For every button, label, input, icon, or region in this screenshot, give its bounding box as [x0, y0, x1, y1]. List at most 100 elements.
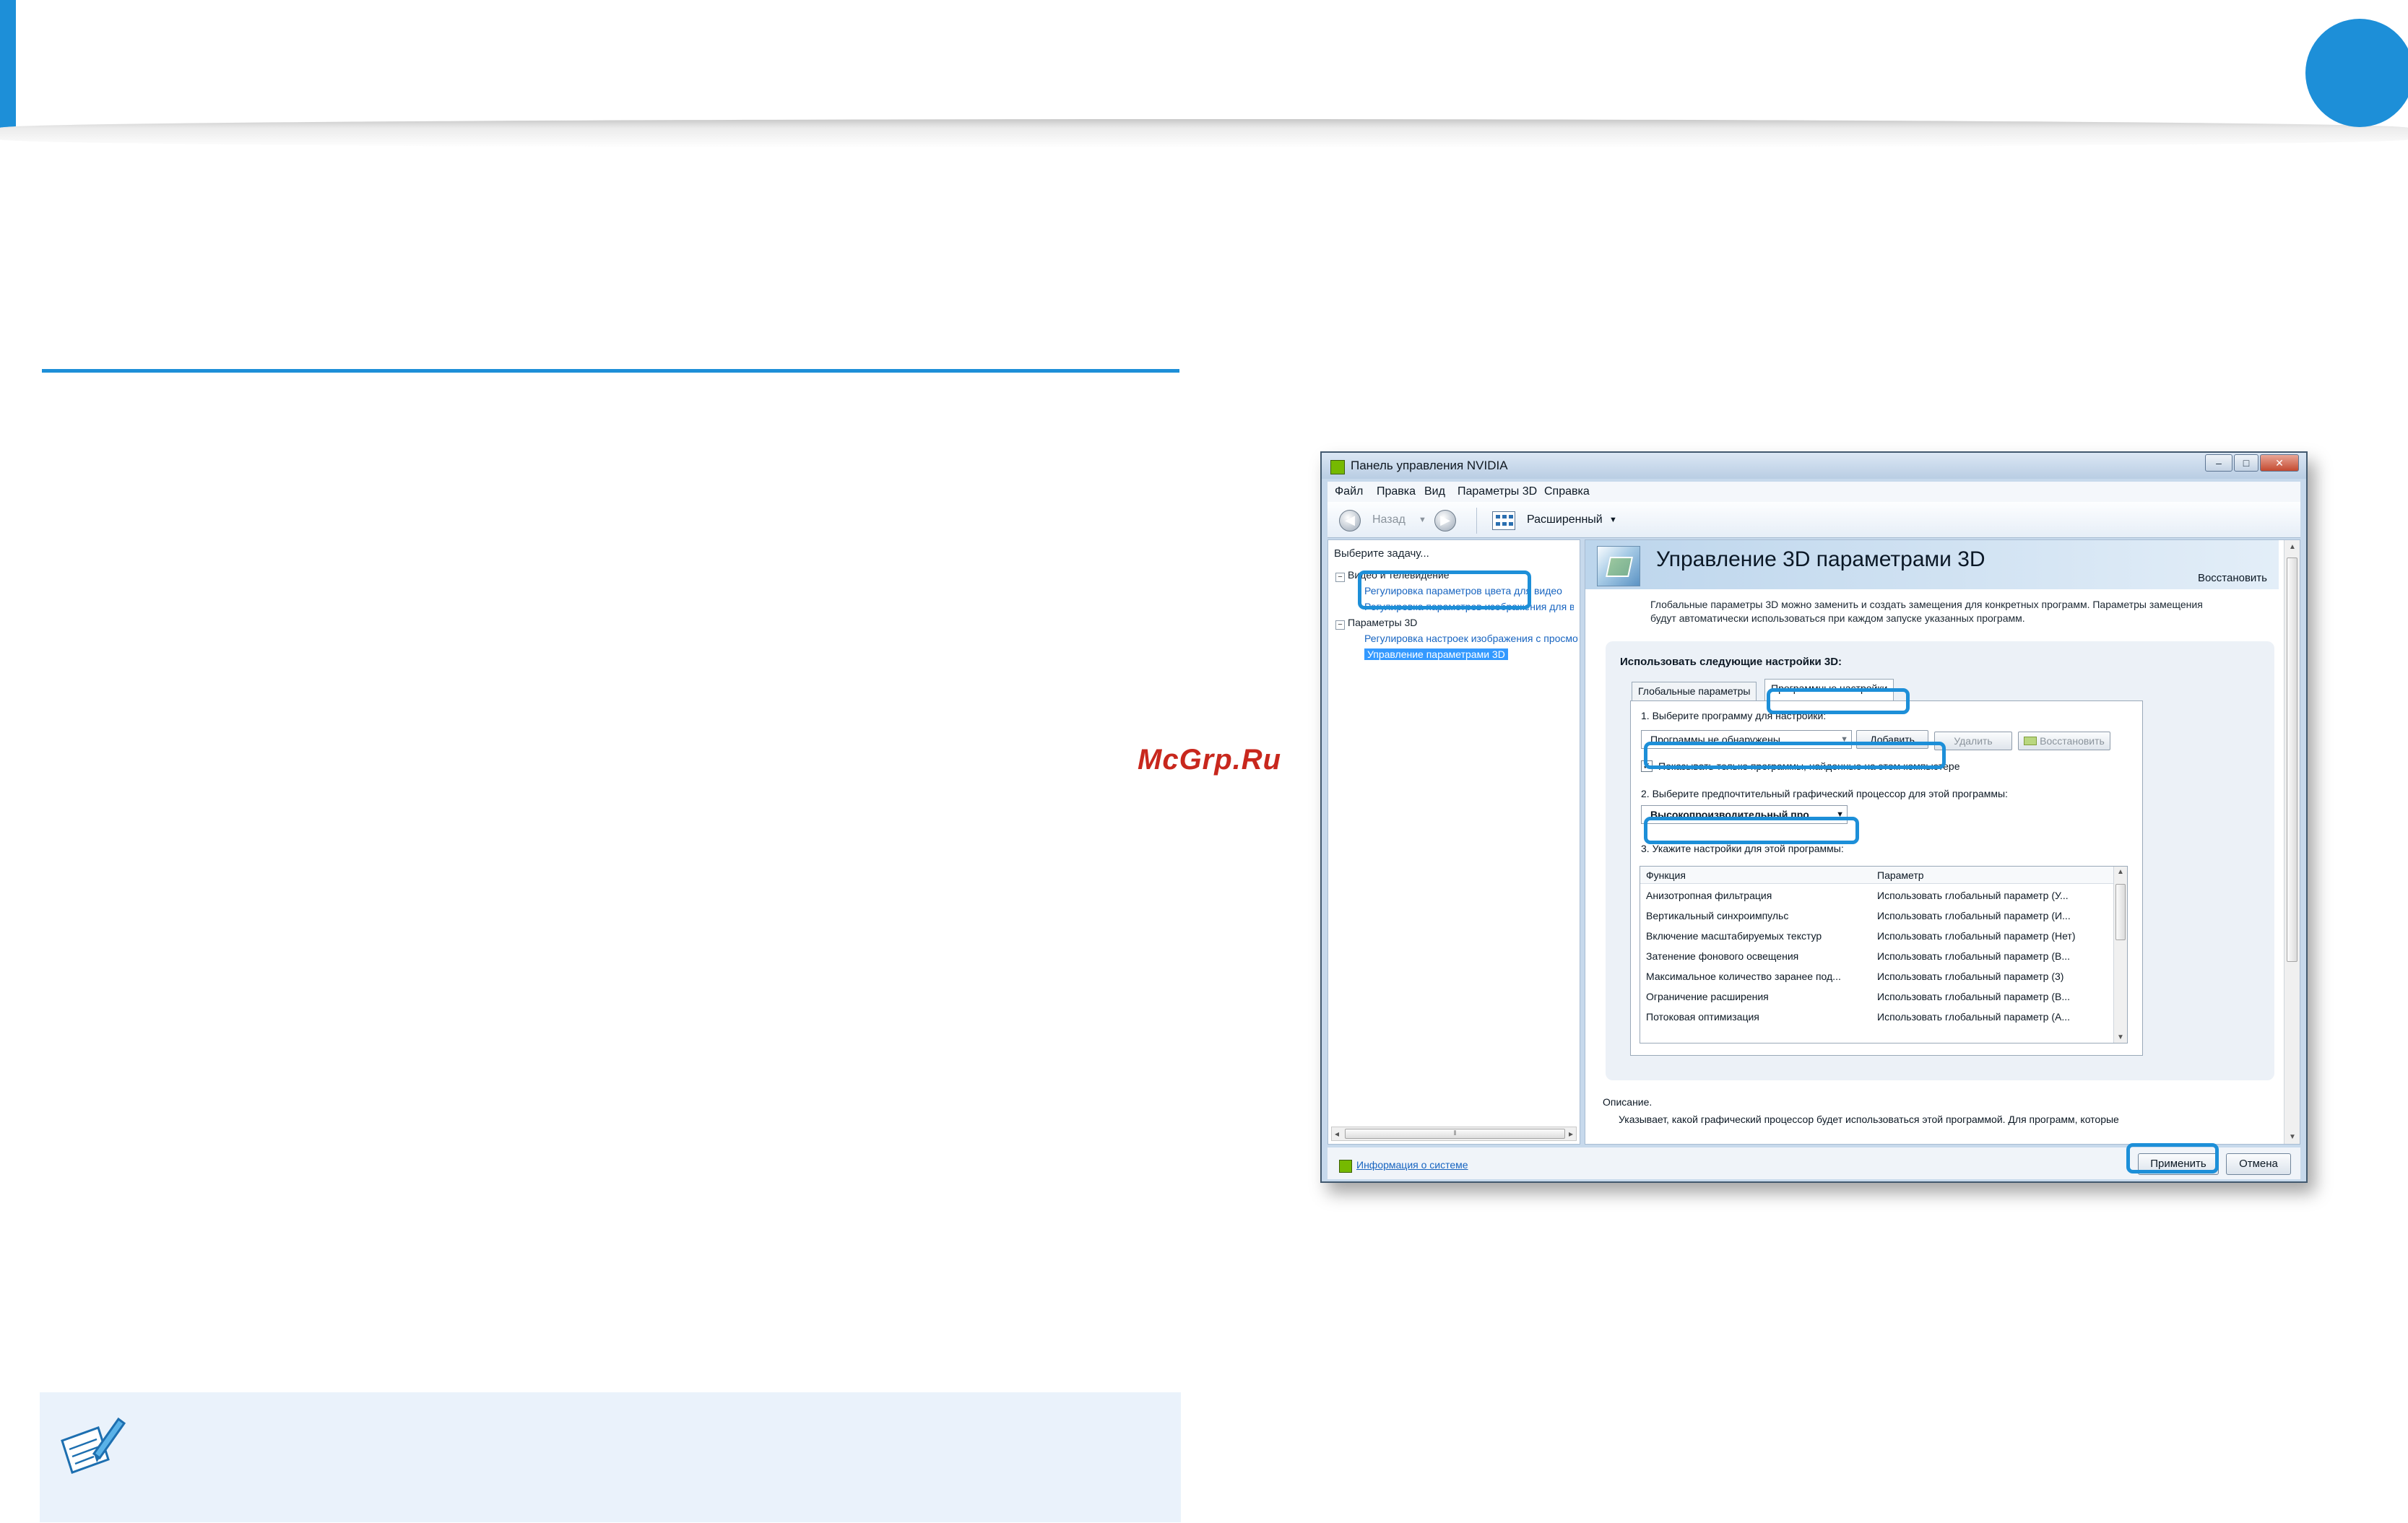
note-box [40, 1392, 1181, 1522]
task-panel-hscroll[interactable]: ◂ ⦀ ▸ [1331, 1127, 1577, 1141]
task-panel-title: Выберите задачу... [1334, 547, 1429, 560]
step2-label: 2. Выберите предпочтительный графический… [1641, 788, 2008, 799]
tab-global-settings[interactable]: Глобальные параметры [1632, 682, 1757, 700]
highlight-program-select [1644, 742, 1946, 769]
tree-item-manage-3d[interactable]: Управление параметрами 3D [1364, 648, 1508, 660]
scroll-up-icon[interactable]: ▲ [2117, 868, 2124, 876]
menu-edit[interactable]: Правка [1377, 485, 1416, 498]
column-header-function[interactable]: Функция [1646, 869, 1686, 881]
table-cell-function: Затенение фонового освещения [1646, 950, 1799, 962]
scroll-left-icon[interactable]: ◂ [1335, 1129, 1339, 1139]
table-cell-function: Максимальное количество заранее под... [1646, 971, 1841, 982]
restore-program-button[interactable]: Восстановить [2018, 732, 2110, 750]
tree-item-image-settings[interactable]: Регулировка настроек изображения с просм… [1364, 633, 1578, 644]
table-cell-parameter: Использовать глобальный параметр (В... [1877, 991, 2070, 1002]
scroll-thumb[interactable] [2287, 557, 2297, 962]
back-history-dropdown-icon[interactable]: ▼ [1419, 516, 1426, 524]
menu-help[interactable]: Справка [1544, 485, 1590, 498]
intro-text: Глобальные параметры 3D можно заменить и… [1650, 598, 2271, 625]
column-header-parameter[interactable]: Параметр [1877, 869, 1924, 881]
scroll-up-icon[interactable]: ▲ [2289, 543, 2296, 551]
table-row[interactable]: Анизотропная фильтрация Использовать глоб… [1640, 885, 2114, 906]
menu-view[interactable]: Вид [1424, 485, 1445, 498]
menu-file[interactable]: Файл [1335, 485, 1363, 498]
scroll-down-icon[interactable]: ▼ [2117, 1033, 2124, 1041]
menu-3d-settings[interactable]: Параметры 3D [1458, 485, 1537, 498]
table-cell-parameter: Использовать глобальный параметр (Нет) [1877, 930, 2076, 942]
table-vscroll[interactable]: ▲ ▼ [2113, 867, 2127, 1043]
page-number-circle [2305, 19, 2408, 127]
table-cell-parameter: Использовать глобальный параметр (И... [1877, 910, 2071, 921]
back-arrow-icon[interactable]: ◀ [1339, 510, 1361, 531]
table-cell-function: Потоковая оптимизация [1646, 1011, 1759, 1023]
highlight-apply-button [2126, 1143, 2219, 1173]
table-row[interactable]: Включение масштабируемых текстур Использо… [1640, 926, 2114, 946]
table-cell-parameter: Использовать глобальный параметр (В... [1877, 950, 2070, 962]
close-button[interactable]: ✕ [2260, 454, 2299, 472]
remove-program-button[interactable]: Удалить [1934, 732, 2012, 750]
nvidia-small-icon [2024, 737, 2037, 745]
section-divider [42, 369, 1179, 373]
table-row[interactable]: Вертикальный синхроимпульс Использовать г… [1640, 906, 2114, 926]
tree-group-3d[interactable]: − Параметры 3D [1335, 617, 1417, 630]
table-row[interactable]: Потоковая оптимизация Использовать глобал… [1640, 1007, 2114, 1027]
table-row[interactable]: Затенение фонового освещения Использовать… [1640, 946, 2114, 966]
step3-label: 3. Укажите настройки для этой программы: [1641, 843, 1844, 854]
restore-defaults-link[interactable]: Восстановить [2198, 572, 2267, 584]
table-cell-parameter: Использовать глобальный параметр (3) [1877, 971, 2064, 982]
scroll-right-icon[interactable]: ▸ [1569, 1129, 1573, 1139]
table-row[interactable]: Ограничение расширения Использовать глоба… [1640, 986, 2114, 1007]
highlight-program-tab [1767, 688, 1910, 714]
nvidia-logo-icon [1330, 460, 1345, 474]
restore-program-label: Восстановить [2040, 735, 2105, 747]
view-mode-dropdown-icon[interactable]: ▼ [1609, 516, 1617, 524]
table-row[interactable]: Максимальное количество заранее под... Ис… [1640, 966, 2114, 986]
description-label: Описание. [1603, 1096, 1653, 1108]
header-shadow [0, 119, 2408, 148]
task-tree: − Видео и телевидение Регулировка парамет… [1335, 562, 1578, 1096]
program-settings-table: Функция Параметр Анизотропная фильтрация… [1640, 866, 2128, 1043]
toolbar: ◀ Назад ▼ ▶ Расширенный ▼ [1328, 502, 2300, 538]
table-cell-parameter: Использовать глобальный параметр (У... [1877, 890, 2069, 901]
page-accent-bar [0, 0, 16, 137]
highlight-video-items [1358, 570, 1531, 609]
content-vscroll[interactable]: ▲ ▼ [2284, 540, 2300, 1144]
window-title: Панель управления NVIDIA [1351, 459, 1508, 472]
maximize-button[interactable]: □ [2234, 454, 2258, 472]
cancel-button[interactable]: Отмена [2226, 1153, 2291, 1175]
table-cell-function: Анизотропная фильтрация [1646, 890, 1772, 901]
system-info-link[interactable]: Информация о системе [1356, 1159, 1468, 1171]
table-cell-function: Включение масштабируемых текстур [1646, 930, 1822, 942]
note-pencil-icon [61, 1417, 126, 1474]
view-grid-icon[interactable] [1492, 511, 1515, 530]
menu-bar: Файл Правка Вид Параметры 3D Справка [1328, 482, 2300, 502]
settings-group-title: Использовать следующие настройки 3D: [1620, 656, 1842, 668]
settings-group: Использовать следующие настройки 3D: Гло… [1606, 641, 2274, 1080]
back-label[interactable]: Назад [1372, 513, 1406, 526]
intro-line-1: Глобальные параметры 3D можно заменить и… [1650, 599, 2203, 610]
intro-line-2: будут автоматически использоваться при к… [1650, 612, 2025, 624]
scroll-thumb[interactable]: ⦀ [1345, 1129, 1565, 1139]
description-text: Указывает, какой графический процессор б… [1619, 1114, 2119, 1125]
page-banner: Управление 3D параметрами 3D Восстановит… [1585, 540, 2279, 589]
scroll-down-icon[interactable]: ▼ [2289, 1133, 2296, 1141]
3d-settings-icon [1597, 546, 1640, 586]
collapse-icon[interactable]: − [1335, 573, 1345, 582]
table-cell-parameter: Использовать глобальный параметр (А... [1877, 1011, 2070, 1023]
nvidia-control-panel-window: Панель управления NVIDIA – □ ✕ Файл Прав… [1320, 451, 2308, 1183]
table-cell-function: Вертикальный синхроимпульс [1646, 910, 1789, 921]
highlight-gpu-select [1644, 817, 1859, 844]
title-bar: Панель управления NVIDIA – □ ✕ [1322, 453, 2306, 479]
view-mode-label[interactable]: Расширенный [1527, 513, 1603, 526]
task-panel: Выберите задачу... − Видео и телевидение … [1328, 539, 1580, 1145]
page-title: Управление 3D параметрами 3D [1656, 547, 1985, 571]
watermark: McGrp.Ru [1138, 744, 1282, 776]
tree-group-label: Параметры 3D [1348, 617, 1418, 628]
forward-arrow-icon[interactable]: ▶ [1434, 510, 1456, 531]
toolbar-separator [1476, 508, 1477, 534]
minimize-button[interactable]: – [2205, 454, 2232, 472]
system-info-icon[interactable] [1339, 1160, 1352, 1173]
table-header: Функция Параметр [1640, 867, 2114, 884]
scroll-thumb[interactable] [2115, 884, 2126, 940]
collapse-icon[interactable]: − [1335, 620, 1345, 630]
